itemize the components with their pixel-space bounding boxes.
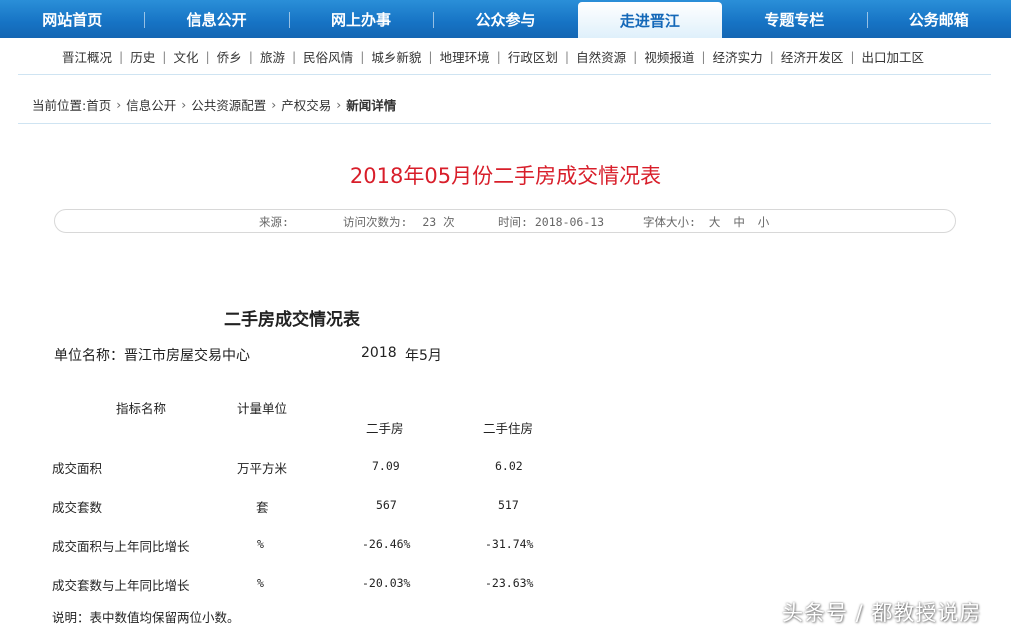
subnav-item[interactable]: 城乡新貌: [371, 47, 421, 66]
breadcrumb-property-trading[interactable]: 产权交易: [281, 95, 331, 114]
visits-label: 访问次数为:: [343, 215, 408, 229]
row-unit: %: [257, 576, 264, 590]
row-name: 成交套数: [52, 500, 103, 515]
row-unit: %: [257, 537, 264, 551]
subnav-separator: |: [162, 48, 167, 64]
row-value-house: -20.03%: [362, 576, 411, 590]
time-value: 2018-06-13: [534, 215, 605, 229]
nav-home[interactable]: 网站首页: [0, 0, 144, 38]
sub-nav: 晋江概况 | 历史 | 文化 | 侨乡 | 旅游 | 民俗风情 | 城乡新貌 | 地理环境 | …: [18, 38, 991, 75]
row-value-house: 567: [376, 498, 397, 512]
breadcrumb-prefix: 当前位置:: [32, 98, 87, 113]
subnav-separator: |: [119, 48, 124, 64]
header-indicator: 指标名称: [116, 401, 167, 416]
unit-name: 单位名称：晋江市房屋交易中心: [54, 348, 250, 364]
nav-about-jinjiang[interactable]: 走进晋江: [577, 2, 723, 38]
row-value-residence: 517: [498, 498, 519, 512]
row-value-residence: -31.74%: [485, 537, 534, 551]
chevron-right-icon: ›: [181, 97, 187, 112]
chevron-right-icon: ›: [271, 97, 277, 112]
subnav-separator: |: [428, 48, 433, 64]
row-name: 成交套数与上年同比增长: [52, 578, 190, 593]
subnav-item[interactable]: 地理环境: [440, 47, 490, 66]
row-value-residence: -23.63%: [485, 576, 534, 590]
subnav-item[interactable]: 晋江概况: [62, 47, 112, 66]
subnav-separator: |: [360, 48, 365, 64]
subnav-item[interactable]: 行政区划: [508, 47, 558, 66]
subnav-separator: |: [564, 48, 570, 64]
breadcrumb: 当前位置: 首页 › 信息公开 › 公共资源配置 › 产权交易 › 新闻详情: [18, 86, 991, 124]
subnav-item[interactable]: 历史: [130, 47, 155, 66]
report-month: 年5月: [405, 348, 442, 364]
top-nav: 网站首页 信息公开 网上办事 公众参与 走进晋江 专题专栏 公务邮箱: [0, 0, 1011, 38]
publish-time: 时间: 2018-06-13: [498, 214, 604, 230]
subnav-separator: |: [769, 48, 774, 64]
subnav-separator: |: [291, 48, 297, 64]
breadcrumb-info-public[interactable]: 信息公开: [126, 95, 176, 114]
subnav-item[interactable]: 经济实力: [713, 47, 763, 66]
source-label: 来源:: [259, 215, 289, 229]
subnav-separator: |: [205, 48, 210, 64]
breadcrumb-current: 新闻详情: [346, 98, 397, 113]
subnav-item[interactable]: 侨乡: [217, 47, 242, 66]
row-unit: 万平方米: [237, 461, 288, 476]
subnav-separator: |: [633, 48, 638, 64]
subnav-separator: |: [248, 48, 253, 64]
visits-value: 23 次: [422, 215, 455, 229]
subnav-item[interactable]: 民俗风情: [303, 47, 353, 66]
header-secondhand-house: 二手房: [366, 421, 404, 436]
row-value-house: 7.09: [372, 459, 400, 473]
font-size-control: 字体大小: 大 中 小: [643, 214, 769, 230]
font-size-large-button[interactable]: 大: [709, 215, 721, 229]
breadcrumb-public-resources[interactable]: 公共资源配置: [191, 95, 266, 114]
article-meta-bar: 来源: 访问次数为: 23 次 时间: 2018-06-13 字体大小: 大 中…: [54, 209, 956, 233]
table-heading: 二手房成交情况表: [224, 310, 360, 330]
nav-special-topics[interactable]: 专题专栏: [722, 0, 866, 38]
watermark: 头条号 / 都教授说房: [782, 601, 982, 625]
row-name: 成交面积与上年同比增长: [52, 539, 190, 554]
article-title: 2018年05月份二手房成交情况表: [349, 164, 662, 188]
breadcrumb-home[interactable]: 首页: [86, 95, 111, 114]
nav-online-service[interactable]: 网上办事: [288, 0, 433, 38]
subnav-item[interactable]: 自然资源: [576, 47, 626, 66]
subnav-separator: |: [496, 48, 501, 64]
chevron-right-icon: ›: [116, 97, 122, 112]
table-note: 说明：表中数值均保留两位小数。: [52, 610, 240, 625]
row-value-house: -26.46%: [362, 537, 411, 551]
nav-public-participation[interactable]: 公众参与: [433, 0, 577, 38]
row-value-residence: 6.02: [495, 459, 523, 473]
nav-info-public[interactable]: 信息公开: [144, 0, 288, 38]
chevron-right-icon: ›: [336, 97, 342, 112]
font-size-label: 字体大小:: [643, 215, 696, 229]
subnav-separator: |: [850, 48, 855, 64]
subnav-item[interactable]: 文化: [173, 47, 198, 66]
row-unit: 套: [256, 500, 269, 515]
header-secondhand-residence: 二手住房: [483, 421, 534, 436]
time-label: 时间:: [498, 215, 528, 229]
subnav-separator: |: [701, 48, 706, 64]
nav-official-mail[interactable]: 公务邮箱: [866, 0, 1011, 38]
visits-info: 访问次数为: 23 次: [343, 214, 455, 230]
subnav-item[interactable]: 经济开发区: [781, 47, 844, 66]
header-unit: 计量单位: [237, 401, 288, 416]
font-size-small-button[interactable]: 小: [758, 215, 770, 229]
row-name: 成交面积: [52, 461, 103, 476]
subnav-item[interactable]: 出口加工区: [862, 47, 925, 66]
subnav-item[interactable]: 视频报道: [644, 47, 694, 66]
subnav-item[interactable]: 旅游: [260, 47, 285, 66]
report-year: 2018: [361, 345, 397, 361]
font-size-medium-button[interactable]: 中: [733, 215, 745, 229]
